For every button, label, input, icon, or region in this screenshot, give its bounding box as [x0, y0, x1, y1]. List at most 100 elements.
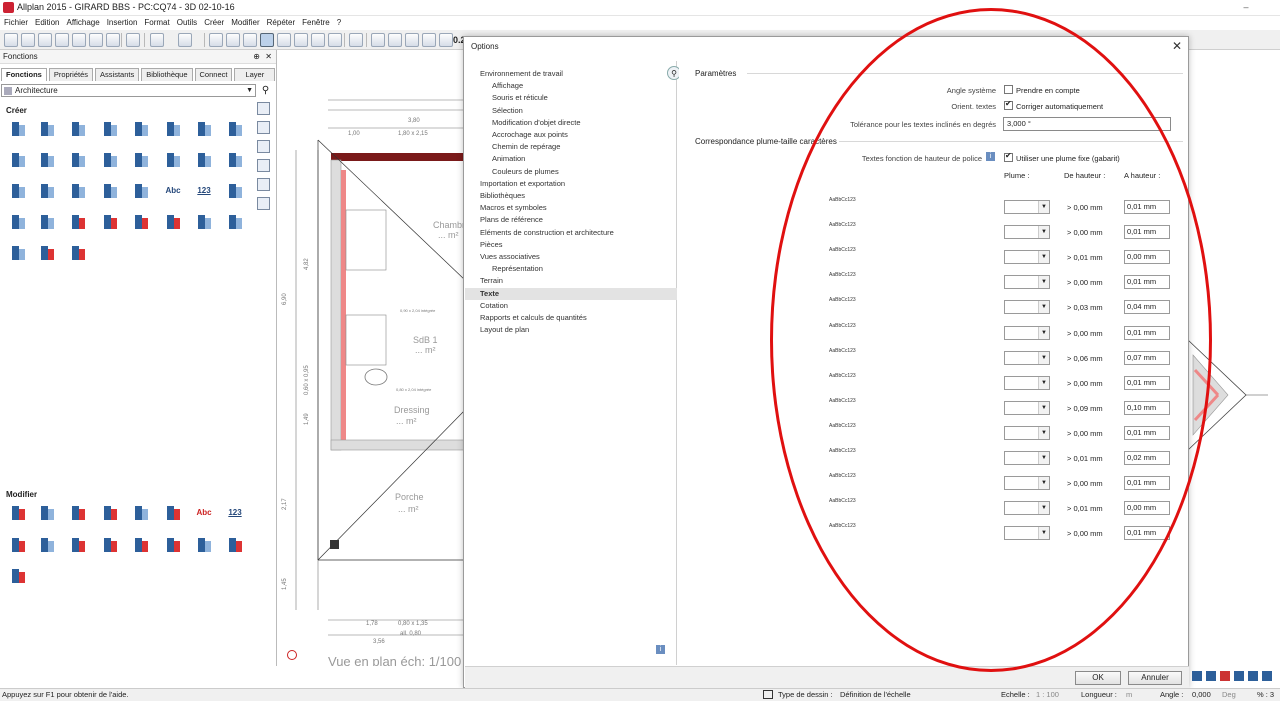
- tool-icon[interactable]: [69, 182, 87, 200]
- scale-value[interactable]: 1 : 100: [1036, 689, 1059, 701]
- tool-icon[interactable]: [132, 213, 150, 231]
- tool-icon[interactable]: [226, 182, 244, 200]
- tab-bibliotheque[interactable]: Bibliothèque: [141, 68, 193, 81]
- search-icon[interactable]: ⚲: [259, 84, 272, 97]
- tree-item[interactable]: Animation: [480, 153, 677, 165]
- modify-tool-icon[interactable]: [101, 536, 119, 554]
- view-icon[interactable]: [1262, 671, 1272, 681]
- tool-icon[interactable]: [164, 213, 182, 231]
- to-height-input[interactable]: 0,01 mm: [1124, 275, 1170, 289]
- tool-icon[interactable]: [69, 151, 87, 169]
- info-icon[interactable]: i: [986, 152, 995, 161]
- tree-item[interactable]: Cotation: [480, 300, 677, 312]
- system-angle-checkbox[interactable]: [1004, 85, 1013, 94]
- ok-button[interactable]: OK: [1075, 671, 1121, 685]
- strip-button[interactable]: [257, 159, 270, 172]
- module-select[interactable]: Architecture ▼: [1, 84, 256, 97]
- to-height-input[interactable]: 0,01 mm: [1124, 326, 1170, 340]
- pen-select[interactable]: ▼: [1004, 225, 1050, 239]
- strip-button[interactable]: [257, 140, 270, 153]
- tool-icon[interactable]: [101, 213, 119, 231]
- drawing-type-value[interactable]: Définition de l'échelle: [840, 689, 911, 701]
- tree-item[interactable]: Souris et réticule: [480, 92, 677, 104]
- to-height-input[interactable]: 0,02 mm: [1124, 451, 1170, 465]
- menu-affichage[interactable]: Affichage: [66, 16, 99, 30]
- angle-unit[interactable]: Deg: [1222, 689, 1236, 701]
- toolbar-button[interactable]: [349, 33, 363, 47]
- toolbar-button[interactable]: [439, 33, 453, 47]
- text-tool-icon[interactable]: Abc: [164, 182, 182, 200]
- modify-tool-icon[interactable]: [195, 536, 213, 554]
- modify-tool-icon[interactable]: [101, 504, 119, 522]
- toolbar-button[interactable]: [311, 33, 325, 47]
- to-height-input[interactable]: 0,00 mm: [1124, 501, 1170, 515]
- tree-item[interactable]: Plans de référence: [480, 214, 677, 226]
- tree-item[interactable]: Chemin de repérage: [480, 141, 677, 153]
- menu-fenetre[interactable]: Fenêtre: [302, 16, 330, 30]
- tool-icon[interactable]: [132, 151, 150, 169]
- modify-tool-icon[interactable]: [132, 504, 150, 522]
- pen-select[interactable]: ▼: [1004, 326, 1050, 340]
- stair-tool-icon[interactable]: [195, 120, 213, 138]
- fixed-pen-checkbox[interactable]: [1004, 151, 1013, 162]
- toolbar-button[interactable]: [89, 33, 103, 47]
- tab-assistants[interactable]: Assistants: [95, 68, 140, 81]
- tool-icon[interactable]: [195, 213, 213, 231]
- modify-tool-icon[interactable]: [164, 504, 182, 522]
- tree-item[interactable]: Eléments de construction et architecture: [480, 227, 677, 239]
- toolbar-button[interactable]: [126, 33, 140, 47]
- to-height-input[interactable]: 0,01 mm: [1124, 476, 1170, 490]
- toolbar-button[interactable]: [55, 33, 69, 47]
- tree-item[interactable]: Rapports et calculs de quantités: [480, 312, 677, 324]
- to-height-input[interactable]: 0,04 mm: [1124, 300, 1170, 314]
- strip-button[interactable]: [257, 178, 270, 191]
- tool-icon[interactable]: [69, 213, 87, 231]
- angle-value[interactable]: 0,000: [1192, 689, 1211, 701]
- tool-icon[interactable]: [9, 182, 27, 200]
- tree-item[interactable]: Bibliothèques: [480, 190, 677, 202]
- modify-tool-icon[interactable]: [38, 504, 56, 522]
- tool-icon[interactable]: [195, 151, 213, 169]
- menu-modifier[interactable]: Modifier: [231, 16, 259, 30]
- tool-icon[interactable]: [9, 213, 27, 231]
- menu-format[interactable]: Format: [144, 16, 169, 30]
- redo-icon[interactable]: [178, 33, 192, 47]
- pen-select[interactable]: ▼: [1004, 376, 1050, 390]
- tree-item[interactable]: Sélection: [480, 105, 677, 117]
- close-icon[interactable]: ✕: [1172, 39, 1182, 53]
- pen-select[interactable]: ▼: [1004, 426, 1050, 440]
- pen-select[interactable]: ▼: [1004, 351, 1050, 365]
- toolbar-button[interactable]: [388, 33, 402, 47]
- wall-tool-icon[interactable]: [9, 120, 27, 138]
- strip-button[interactable]: [257, 121, 270, 134]
- modify-tool-icon[interactable]: [9, 504, 27, 522]
- railing-tool-icon[interactable]: [101, 182, 119, 200]
- close-icon[interactable]: ✕: [265, 50, 272, 64]
- info-icon[interactable]: i: [656, 645, 665, 654]
- view-icon[interactable]: [1248, 671, 1258, 681]
- tree-item[interactable]: Terrain: [480, 275, 677, 287]
- tab-fonctions[interactable]: Fonctions: [1, 68, 47, 81]
- toolbar-button[interactable]: [243, 33, 257, 47]
- toolbar-button[interactable]: [209, 33, 223, 47]
- undo-icon[interactable]: [150, 33, 164, 47]
- tree-item[interactable]: Vues associatives: [480, 251, 677, 263]
- length-unit[interactable]: m: [1126, 689, 1132, 701]
- tab-connect[interactable]: Connect: [194, 68, 233, 81]
- tool-icon[interactable]: [132, 182, 150, 200]
- menu-help[interactable]: ?: [337, 16, 341, 30]
- to-height-input[interactable]: 0,01 mm: [1124, 526, 1170, 540]
- toolbar-button[interactable]: [38, 33, 52, 47]
- menu-repeter[interactable]: Répéter: [267, 16, 295, 30]
- tool-icon[interactable]: [69, 120, 87, 138]
- column-tool-icon[interactable]: [9, 151, 27, 169]
- tree-item[interactable]: Affichage: [480, 80, 677, 92]
- modify-tool-icon[interactable]: [69, 536, 87, 554]
- tolerance-input[interactable]: 3,000 °: [1003, 117, 1171, 131]
- menu-outils[interactable]: Outils: [177, 16, 197, 30]
- view-icon[interactable]: [1192, 671, 1202, 681]
- pen-select[interactable]: ▼: [1004, 250, 1050, 264]
- menu-creer[interactable]: Créer: [204, 16, 224, 30]
- modify-number-icon[interactable]: 123: [226, 504, 244, 522]
- slab-tool-icon[interactable]: [164, 120, 182, 138]
